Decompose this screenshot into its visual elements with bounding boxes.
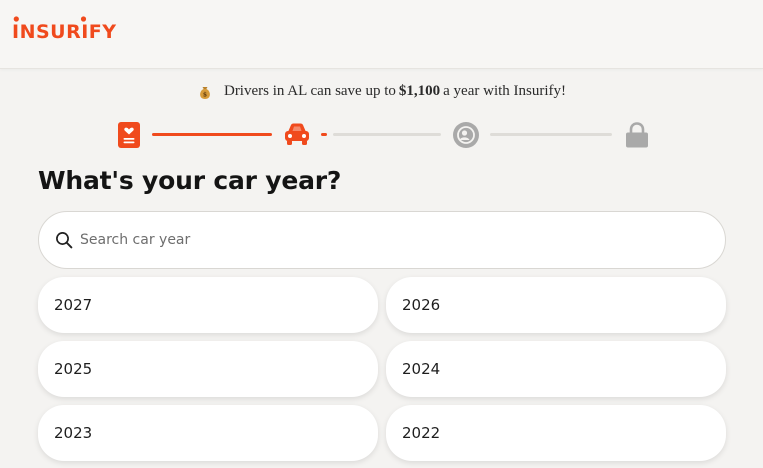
progress-segment-current [321, 133, 327, 136]
savings-banner: $ Drivers in AL can save up to $1,100 a … [0, 83, 763, 100]
year-option-2025[interactable]: 2025 [38, 341, 378, 397]
progress-segment-upcoming [333, 133, 441, 136]
year-option-2023[interactable]: 2023 [38, 405, 378, 461]
document-heart-icon [118, 122, 140, 148]
logo-text: INSURIFY [12, 21, 117, 43]
year-option-2022[interactable]: 2022 [386, 405, 726, 461]
year-option-2027[interactable]: 2027 [38, 277, 378, 333]
search-input[interactable] [80, 232, 640, 248]
driver-icon [453, 122, 479, 148]
svg-text:$: $ [203, 91, 207, 98]
insurify-logo[interactable]: INSURIFY [12, 16, 117, 46]
year-option-2024[interactable]: 2024 [386, 341, 726, 397]
search-icon [56, 232, 73, 249]
progress-segment-complete [152, 133, 272, 136]
promo-text-end: a year with Insurify! [443, 83, 567, 99]
promo-text-start: Drivers in AL can save up to [223, 83, 396, 99]
promo-amount: $1,100 [398, 83, 441, 99]
page-title: What's your car year? [38, 166, 342, 195]
car-icon [285, 123, 309, 145]
money-bag-icon: $ [200, 86, 210, 99]
top-header: INSURIFY [0, 0, 763, 69]
lock-icon [626, 122, 648, 148]
progress-segment-upcoming-2 [490, 133, 612, 136]
year-option-2026[interactable]: 2026 [386, 277, 726, 333]
search-car-year[interactable] [38, 211, 726, 269]
